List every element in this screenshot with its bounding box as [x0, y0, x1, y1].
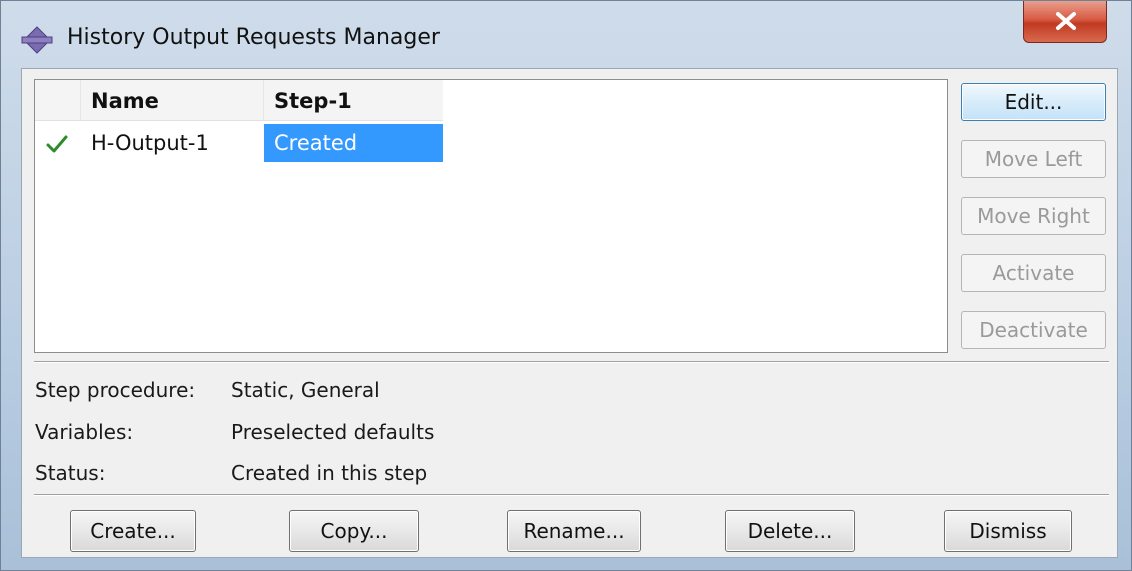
- deactivate-button[interactable]: Deactivate: [961, 311, 1106, 349]
- dialog-body: Name Step-1 H-Output-1 Created Edit... M…: [21, 68, 1118, 558]
- dialog-window: History Output Requests Manager Name Ste…: [0, 0, 1132, 571]
- dismiss-button[interactable]: Dismiss: [944, 510, 1072, 552]
- window-title: History Output Requests Manager: [67, 25, 440, 50]
- status-value: Created in this step: [231, 461, 428, 485]
- activate-button[interactable]: Activate: [961, 254, 1106, 292]
- bottom-divider: [34, 494, 1109, 496]
- move-right-button[interactable]: Move Right: [961, 197, 1106, 235]
- row-step-1-cell[interactable]: Created: [264, 124, 443, 162]
- delete-button[interactable]: Delete...: [725, 510, 855, 552]
- column-header-step-1[interactable]: Step-1: [264, 80, 443, 120]
- table-row[interactable]: H-Output-1 Created: [35, 124, 443, 162]
- copy-button[interactable]: Copy...: [289, 510, 419, 552]
- create-button[interactable]: Create...: [70, 510, 196, 552]
- rename-button[interactable]: Rename...: [507, 510, 641, 552]
- step-procedure-label: Step procedure:: [35, 378, 196, 402]
- edit-button[interactable]: Edit...: [961, 83, 1106, 121]
- column-header-status: [35, 80, 81, 120]
- step-procedure-value: Static, General: [231, 378, 380, 402]
- close-icon: [1056, 12, 1076, 30]
- output-requests-table: Name Step-1 H-Output-1 Created: [34, 79, 948, 353]
- column-header-name[interactable]: Name: [81, 80, 264, 120]
- top-divider: [34, 361, 1109, 363]
- status-label: Status:: [35, 461, 106, 485]
- variables-label: Variables:: [35, 420, 134, 444]
- variables-value: Preselected defaults: [231, 420, 435, 444]
- move-left-button[interactable]: Move Left: [961, 140, 1106, 178]
- title-bar[interactable]: History Output Requests Manager: [1, 1, 1131, 77]
- close-button[interactable]: [1023, 1, 1107, 43]
- checkmark-icon: [45, 134, 69, 158]
- row-name-cell[interactable]: H-Output-1: [81, 124, 264, 162]
- move-arrows-icon: [19, 25, 55, 55]
- table-header: Name Step-1: [35, 80, 443, 121]
